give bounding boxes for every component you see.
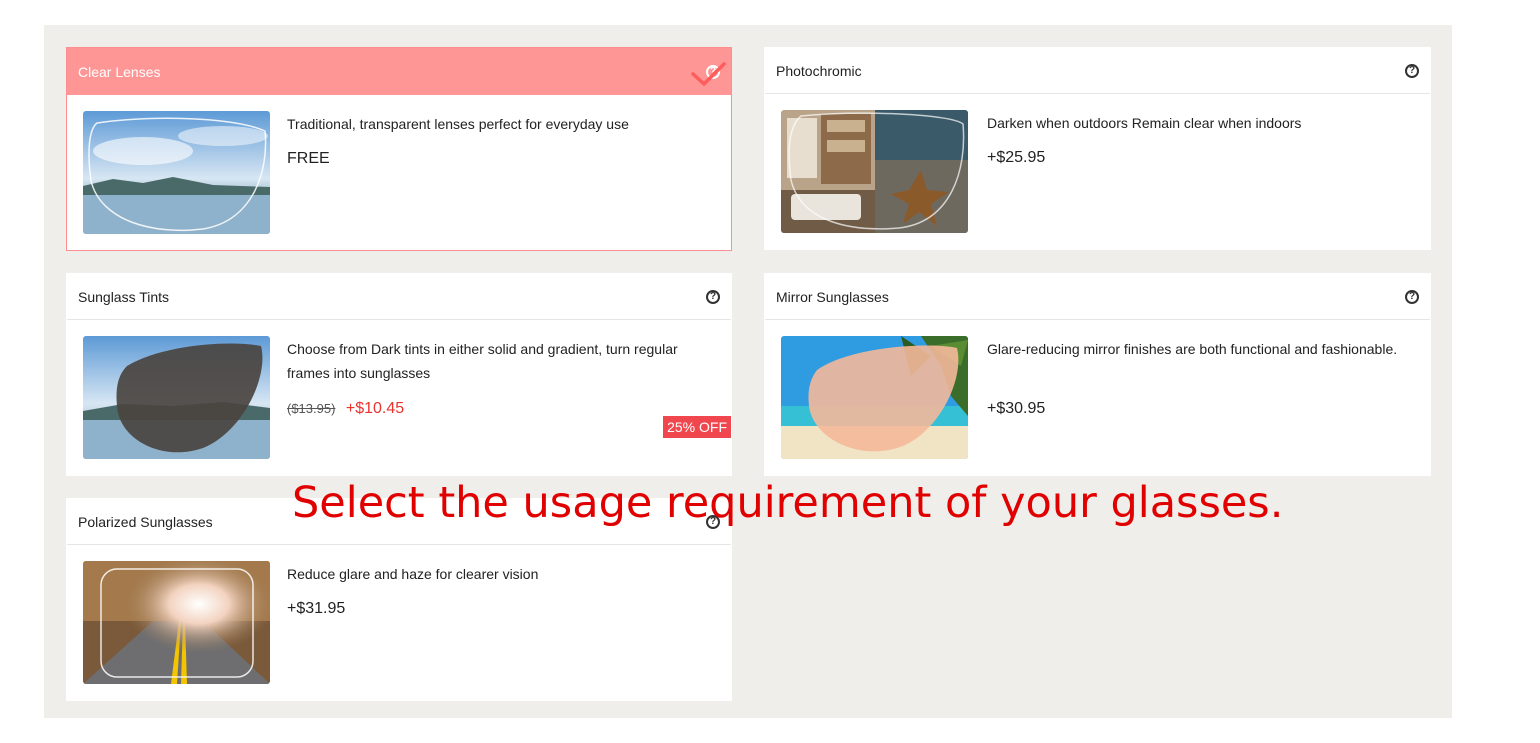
- option-price: FREE: [287, 150, 330, 167]
- discount-badge: 25% OFF: [663, 416, 731, 438]
- polarized-lens-image: [83, 561, 270, 684]
- option-polarized-sunglasses[interactable]: Polarized Sunglasses ? Reduce glare and …: [66, 498, 732, 701]
- option-clear-lenses[interactable]: Clear Lenses ? Traditional, transparent …: [66, 47, 732, 251]
- discounted-price: +$10.45: [345, 400, 405, 417]
- option-price-group: ($13.95) +$10.45: [287, 400, 404, 418]
- option-header: Photochromic ?: [765, 48, 1430, 94]
- option-header: Sunglass Tints ?: [67, 274, 731, 320]
- option-mirror-sunglasses[interactable]: Mirror Sunglasses ? Glare-reducing mirro…: [764, 273, 1431, 476]
- option-description: Reduce glare and haze for clearer vision: [287, 566, 539, 582]
- option-description: Darken when outdoors Remain clear when i…: [987, 115, 1302, 131]
- option-price: +$31.95: [287, 600, 346, 617]
- option-price: +$25.95: [987, 149, 1046, 166]
- photochromic-image: [781, 110, 968, 233]
- clear-lens-image: [83, 111, 270, 234]
- option-header: Mirror Sunglasses ?: [765, 274, 1430, 320]
- option-title: Sunglass Tints: [78, 288, 170, 305]
- option-photochromic[interactable]: Photochromic ? Darken when outdoors Rema…: [764, 47, 1431, 250]
- help-icon[interactable]: ?: [1405, 63, 1419, 78]
- instruction-overlay-text: Select the usage requirement of your gla…: [292, 478, 1284, 528]
- option-title: Photochromic: [776, 62, 862, 79]
- checkmark-icon: [691, 62, 727, 93]
- option-title: Polarized Sunglasses: [78, 513, 213, 530]
- help-icon[interactable]: ?: [706, 289, 720, 304]
- option-description: Traditional, transparent lenses perfect …: [287, 116, 629, 132]
- sunglass-tint-image: [83, 336, 270, 459]
- option-price: +$30.95: [987, 400, 1046, 417]
- option-title: Mirror Sunglasses: [776, 288, 889, 305]
- mirror-sunglass-image: [781, 336, 968, 459]
- option-sunglass-tints[interactable]: Sunglass Tints ? Choose from Dark tints …: [66, 273, 732, 476]
- option-title: Clear Lenses: [78, 63, 161, 80]
- option-description: Glare-reducing mirror finishes are both …: [987, 341, 1398, 357]
- option-header: Clear Lenses ?: [67, 48, 731, 95]
- option-description: Choose from Dark tints in either solid a…: [287, 341, 678, 381]
- original-price: ($13.95): [287, 401, 336, 416]
- help-icon[interactable]: ?: [1405, 289, 1419, 304]
